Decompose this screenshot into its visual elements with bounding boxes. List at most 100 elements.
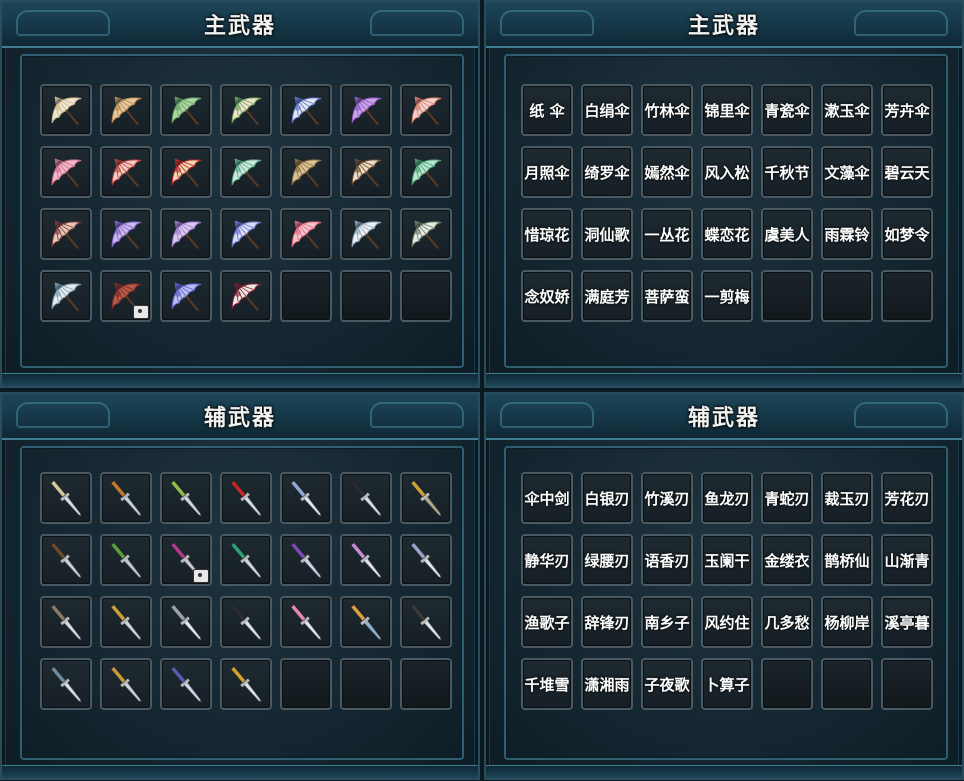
umbrella-slot[interactable] bbox=[340, 208, 392, 260]
main-weapon-slot[interactable]: 锦里伞 bbox=[701, 84, 753, 136]
blade-slot[interactable] bbox=[400, 596, 452, 648]
umbrella-slot[interactable] bbox=[40, 270, 92, 322]
umbrella-slot[interactable] bbox=[400, 208, 452, 260]
main-weapon-slot[interactable]: 满庭芳 bbox=[581, 270, 633, 322]
main-weapon-slot[interactable]: 白绢伞 bbox=[581, 84, 633, 136]
umbrella-slot[interactable] bbox=[40, 208, 92, 260]
umbrella-slot[interactable] bbox=[280, 146, 332, 198]
umbrella-slot[interactable] bbox=[40, 84, 92, 136]
empty-slot[interactable] bbox=[340, 270, 392, 322]
main-weapon-slot[interactable]: 念奴娇 bbox=[521, 270, 573, 322]
main-weapon-slot[interactable]: 风入松 bbox=[701, 146, 753, 198]
main-weapon-slot[interactable]: 绮罗伞 bbox=[581, 146, 633, 198]
umbrella-slot[interactable] bbox=[100, 84, 152, 136]
umbrella-slot[interactable] bbox=[40, 146, 92, 198]
umbrella-slot[interactable] bbox=[160, 270, 212, 322]
blade-slot[interactable] bbox=[100, 534, 152, 586]
sub-weapon-slot[interactable]: 卜算子 bbox=[701, 658, 753, 710]
sub-weapon-slot[interactable]: 风约住 bbox=[701, 596, 753, 648]
blade-slot[interactable] bbox=[160, 596, 212, 648]
sub-weapon-slot[interactable]: 千堆雪 bbox=[521, 658, 573, 710]
blade-slot[interactable] bbox=[40, 472, 92, 524]
main-weapon-slot[interactable]: 虞美人 bbox=[761, 208, 813, 260]
blade-slot[interactable] bbox=[40, 596, 92, 648]
empty-slot[interactable] bbox=[761, 658, 813, 710]
main-weapon-slot[interactable]: 如梦令 bbox=[881, 208, 933, 260]
sub-weapon-slot[interactable]: 南乡子 bbox=[641, 596, 693, 648]
sub-weapon-slot[interactable]: 绿腰刃 bbox=[581, 534, 633, 586]
blade-slot[interactable] bbox=[220, 596, 272, 648]
main-weapon-slot[interactable]: 纸 伞 bbox=[521, 84, 573, 136]
blade-slot[interactable] bbox=[160, 472, 212, 524]
umbrella-slot[interactable] bbox=[100, 270, 152, 322]
blade-slot[interactable] bbox=[100, 658, 152, 710]
blade-slot[interactable] bbox=[340, 472, 392, 524]
umbrella-slot[interactable] bbox=[400, 84, 452, 136]
umbrella-slot[interactable] bbox=[220, 146, 272, 198]
umbrella-slot[interactable] bbox=[340, 84, 392, 136]
umbrella-slot[interactable] bbox=[280, 84, 332, 136]
sub-weapon-slot[interactable]: 几多愁 bbox=[761, 596, 813, 648]
blade-slot[interactable] bbox=[400, 534, 452, 586]
empty-slot[interactable] bbox=[821, 658, 873, 710]
umbrella-slot[interactable] bbox=[160, 84, 212, 136]
umbrella-slot[interactable] bbox=[100, 208, 152, 260]
blade-slot[interactable] bbox=[40, 658, 92, 710]
blade-slot[interactable] bbox=[160, 534, 212, 586]
blade-slot[interactable] bbox=[100, 472, 152, 524]
umbrella-slot[interactable] bbox=[160, 208, 212, 260]
umbrella-slot[interactable] bbox=[100, 146, 152, 198]
sub-weapon-slot[interactable]: 竹溪刃 bbox=[641, 472, 693, 524]
umbrella-slot[interactable] bbox=[160, 146, 212, 198]
main-weapon-slot[interactable]: 菩萨蛮 bbox=[641, 270, 693, 322]
blade-slot[interactable] bbox=[100, 596, 152, 648]
main-weapon-slot[interactable]: 竹林伞 bbox=[641, 84, 693, 136]
blade-slot[interactable] bbox=[220, 534, 272, 586]
blade-slot[interactable] bbox=[340, 596, 392, 648]
blade-slot[interactable] bbox=[400, 472, 452, 524]
main-weapon-slot[interactable]: 惜琼花 bbox=[521, 208, 573, 260]
sub-weapon-slot[interactable]: 芳花刃 bbox=[881, 472, 933, 524]
sub-weapon-slot[interactable]: 潇湘雨 bbox=[581, 658, 633, 710]
blade-slot[interactable] bbox=[160, 658, 212, 710]
umbrella-slot[interactable] bbox=[400, 146, 452, 198]
main-weapon-slot[interactable]: 嫣然伞 bbox=[641, 146, 693, 198]
blade-slot[interactable] bbox=[40, 534, 92, 586]
sub-weapon-slot[interactable]: 辞锋刃 bbox=[581, 596, 633, 648]
blade-slot[interactable] bbox=[280, 596, 332, 648]
sub-weapon-slot[interactable]: 渔歌子 bbox=[521, 596, 573, 648]
sub-weapon-slot[interactable]: 静华刃 bbox=[521, 534, 573, 586]
umbrella-slot[interactable] bbox=[220, 84, 272, 136]
umbrella-slot[interactable] bbox=[220, 270, 272, 322]
main-weapon-slot[interactable]: 碧云天 bbox=[881, 146, 933, 198]
main-weapon-slot[interactable]: 千秋节 bbox=[761, 146, 813, 198]
sub-weapon-slot[interactable]: 鱼龙刃 bbox=[701, 472, 753, 524]
main-weapon-slot[interactable]: 文藻伞 bbox=[821, 146, 873, 198]
main-weapon-slot[interactable]: 青瓷伞 bbox=[761, 84, 813, 136]
empty-slot[interactable] bbox=[761, 270, 813, 322]
umbrella-slot[interactable] bbox=[220, 208, 272, 260]
main-weapon-slot[interactable]: 洞仙歌 bbox=[581, 208, 633, 260]
blade-slot[interactable] bbox=[280, 472, 332, 524]
sub-weapon-slot[interactable]: 青蛇刃 bbox=[761, 472, 813, 524]
empty-slot[interactable] bbox=[881, 270, 933, 322]
sub-weapon-slot[interactable]: 杨柳岸 bbox=[821, 596, 873, 648]
main-weapon-slot[interactable]: 雨霖铃 bbox=[821, 208, 873, 260]
blade-slot[interactable] bbox=[220, 472, 272, 524]
empty-slot[interactable] bbox=[280, 270, 332, 322]
empty-slot[interactable] bbox=[821, 270, 873, 322]
empty-slot[interactable] bbox=[400, 658, 452, 710]
main-weapon-slot[interactable]: 月照伞 bbox=[521, 146, 573, 198]
sub-weapon-slot[interactable]: 伞中剑 bbox=[521, 472, 573, 524]
main-weapon-slot[interactable]: 一剪梅 bbox=[701, 270, 753, 322]
umbrella-slot[interactable] bbox=[340, 146, 392, 198]
main-weapon-slot[interactable]: 一丛花 bbox=[641, 208, 693, 260]
sub-weapon-slot[interactable]: 裁玉刃 bbox=[821, 472, 873, 524]
empty-slot[interactable] bbox=[400, 270, 452, 322]
blade-slot[interactable] bbox=[340, 534, 392, 586]
sub-weapon-slot[interactable]: 子夜歌 bbox=[641, 658, 693, 710]
blade-slot[interactable] bbox=[220, 658, 272, 710]
sub-weapon-slot[interactable]: 山渐青 bbox=[881, 534, 933, 586]
sub-weapon-slot[interactable]: 溪亭暮 bbox=[881, 596, 933, 648]
sub-weapon-slot[interactable]: 鹊桥仙 bbox=[821, 534, 873, 586]
